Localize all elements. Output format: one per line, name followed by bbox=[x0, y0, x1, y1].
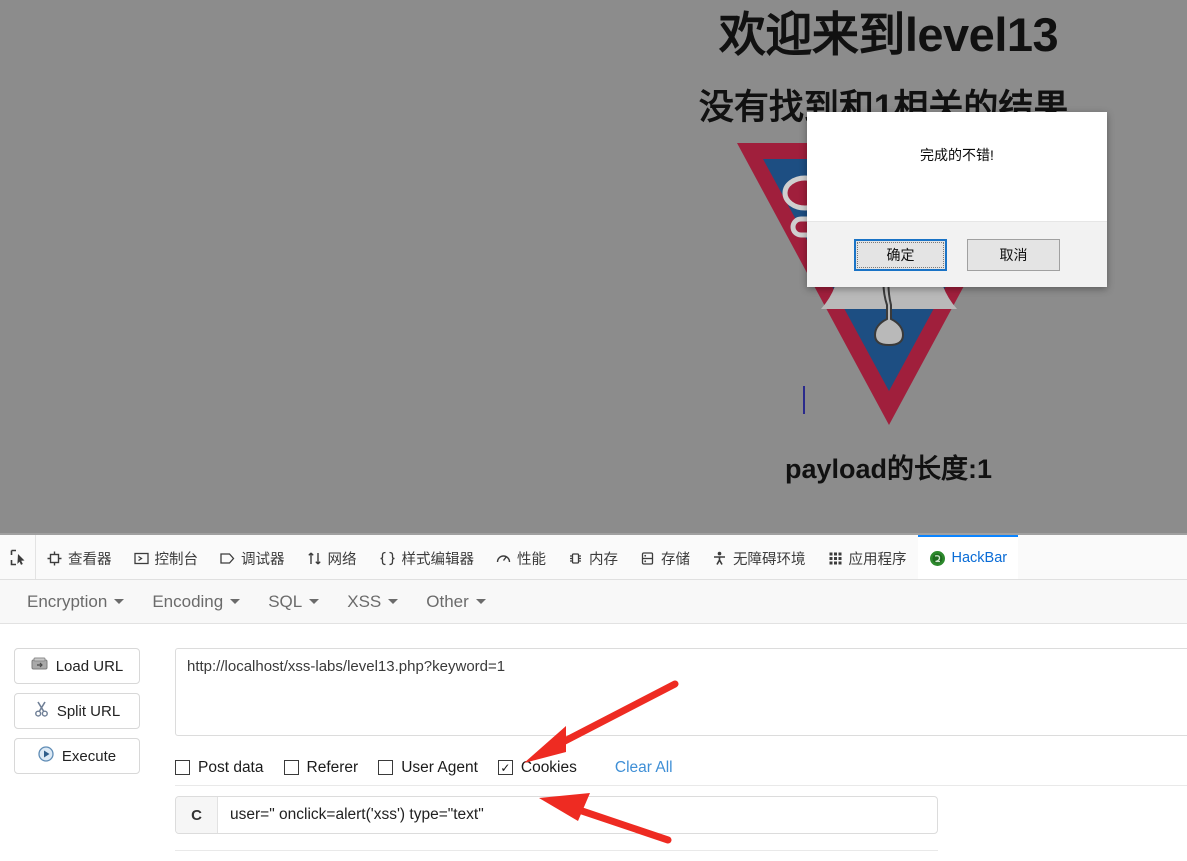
debugger-icon bbox=[220, 551, 235, 566]
split-url-icon bbox=[34, 701, 49, 721]
application-icon bbox=[828, 551, 843, 566]
checkbox-box[interactable]: ✓ bbox=[497, 760, 513, 775]
menu-encoding[interactable]: Encoding bbox=[141, 588, 251, 616]
hackbar-divider bbox=[175, 850, 938, 851]
param-prefix-label: C bbox=[176, 797, 218, 833]
param-value-input[interactable]: user=" onclick=alert('xss') type="text" bbox=[218, 797, 937, 833]
tab-performance[interactable]: 性能 bbox=[485, 535, 557, 579]
text-caret bbox=[803, 386, 805, 414]
alert-dialog-message: 完成的不错! bbox=[807, 112, 1107, 221]
dialog-ok-button[interactable]: 确定 bbox=[854, 238, 947, 271]
checkbox-label: Referer bbox=[306, 758, 359, 776]
param-input-row[interactable]: C user=" onclick=alert('xss') type="text… bbox=[175, 796, 938, 834]
tab-label: 内存 bbox=[589, 551, 618, 568]
split-url-button[interactable]: Split URL bbox=[14, 693, 140, 729]
checkbox-user-agent[interactable]: User Agent bbox=[378, 759, 492, 777]
url-input[interactable]: http://localhost/xss-labs/level13.php?ke… bbox=[175, 648, 1187, 736]
checkbox-post-data[interactable]: Post data bbox=[175, 759, 278, 777]
tab-label: HackBar bbox=[951, 550, 1008, 566]
element-picker-icon bbox=[10, 549, 25, 565]
accessibility-icon bbox=[712, 551, 727, 566]
console-icon bbox=[133, 551, 149, 566]
menu-xss[interactable]: XSS bbox=[336, 588, 409, 616]
tab-network[interactable]: 网络 bbox=[296, 535, 368, 579]
devtools-panel: 查看器 控制台 调试器 网络 样式编辑器 性能 内存 存储 无障碍环境 应用程序… bbox=[0, 533, 1187, 861]
performance-icon bbox=[496, 551, 511, 566]
button-label: Execute bbox=[61, 747, 117, 765]
page-title: 欢迎来到level13 bbox=[718, 8, 1059, 61]
load-url-icon bbox=[31, 657, 48, 675]
menu-other[interactable]: Other bbox=[415, 588, 497, 616]
style-editor-icon bbox=[379, 551, 396, 566]
menu-label: Encoding bbox=[152, 591, 224, 611]
menu-label: Other bbox=[426, 591, 469, 611]
tab-application[interactable]: 应用程序 bbox=[817, 535, 918, 579]
checkbox-referer[interactable]: Referer bbox=[283, 758, 373, 777]
chevron-down-icon bbox=[475, 599, 486, 604]
tab-label: 无障碍环境 bbox=[733, 551, 806, 568]
checkbox-box[interactable] bbox=[378, 760, 394, 775]
tab-label: 应用程序 bbox=[848, 551, 907, 568]
hackbar-action-buttons: Load URL Split URL Execute bbox=[14, 648, 140, 774]
tab-memory[interactable]: 内存 bbox=[557, 535, 629, 579]
checkbox-cookies[interactable]: ✓ Cookies bbox=[497, 758, 591, 777]
menu-label: Encryption bbox=[27, 591, 108, 611]
checkbox-label: Post data bbox=[198, 758, 264, 776]
checkbox-box[interactable] bbox=[283, 760, 299, 775]
tab-debugger[interactable]: 调试器 bbox=[209, 535, 296, 579]
menu-sql[interactable]: SQL bbox=[257, 588, 330, 616]
execute-button[interactable]: Execute bbox=[14, 738, 140, 774]
payload-length-text: payload的长度:1 bbox=[784, 453, 993, 484]
devtools-tabbar: 查看器 控制台 调试器 网络 样式编辑器 性能 内存 存储 无障碍环境 应用程序… bbox=[0, 535, 1187, 580]
tab-label: 存储 bbox=[661, 551, 690, 568]
checkbox-box[interactable] bbox=[175, 760, 190, 775]
chevron-down-icon bbox=[114, 599, 125, 604]
element-picker-button[interactable] bbox=[2, 535, 36, 579]
hackbar-options-row: Post data Referer User Agent ✓ Cookies C… bbox=[175, 750, 1187, 786]
tab-label: 控制台 bbox=[154, 551, 199, 568]
memory-icon bbox=[568, 551, 583, 566]
clear-all-link[interactable]: Clear All bbox=[615, 759, 673, 777]
checkbox-label: User Agent bbox=[401, 758, 478, 776]
dialog-cancel-button[interactable]: 取消 bbox=[967, 238, 1060, 271]
tab-label: 性能 bbox=[517, 551, 546, 568]
tab-label: 调试器 bbox=[241, 551, 285, 568]
button-label: Load URL bbox=[55, 657, 124, 675]
menu-encryption[interactable]: Encryption bbox=[16, 588, 135, 616]
checkbox-label: Cookies bbox=[520, 758, 577, 776]
tab-style-editor[interactable]: 样式编辑器 bbox=[368, 535, 486, 579]
tab-hackbar[interactable]: HackBar bbox=[917, 535, 1019, 579]
chevron-down-icon bbox=[230, 599, 241, 604]
tab-label: 样式编辑器 bbox=[401, 551, 475, 568]
hackbar-menubar: Encryption Encoding SQL XSS Other bbox=[0, 580, 1187, 624]
hackbar-main: Load URL Split URL Execute http://localh… bbox=[0, 624, 1187, 861]
storage-icon bbox=[640, 551, 655, 566]
tab-storage[interactable]: 存储 bbox=[629, 535, 701, 579]
button-label: Split URL bbox=[56, 702, 121, 720]
execute-icon bbox=[38, 746, 54, 766]
chevron-down-icon bbox=[309, 599, 320, 604]
tab-accessibility[interactable]: 无障碍环境 bbox=[701, 535, 817, 579]
alert-dialog[interactable]: 完成的不错! 确定 取消 bbox=[807, 112, 1107, 287]
alert-dialog-footer: 确定 取消 bbox=[807, 221, 1107, 287]
tab-console[interactable]: 控制台 bbox=[123, 535, 210, 579]
inspector-icon bbox=[47, 551, 62, 566]
tab-label: 网络 bbox=[327, 551, 357, 568]
network-icon bbox=[307, 551, 322, 566]
load-url-button[interactable]: Load URL bbox=[14, 648, 140, 684]
tab-inspector[interactable]: 查看器 bbox=[36, 535, 123, 579]
tab-label: 查看器 bbox=[68, 551, 112, 568]
chevron-down-icon bbox=[388, 599, 399, 604]
hackbar-icon bbox=[929, 550, 946, 567]
menu-label: SQL bbox=[268, 591, 303, 611]
menu-label: XSS bbox=[347, 591, 382, 611]
